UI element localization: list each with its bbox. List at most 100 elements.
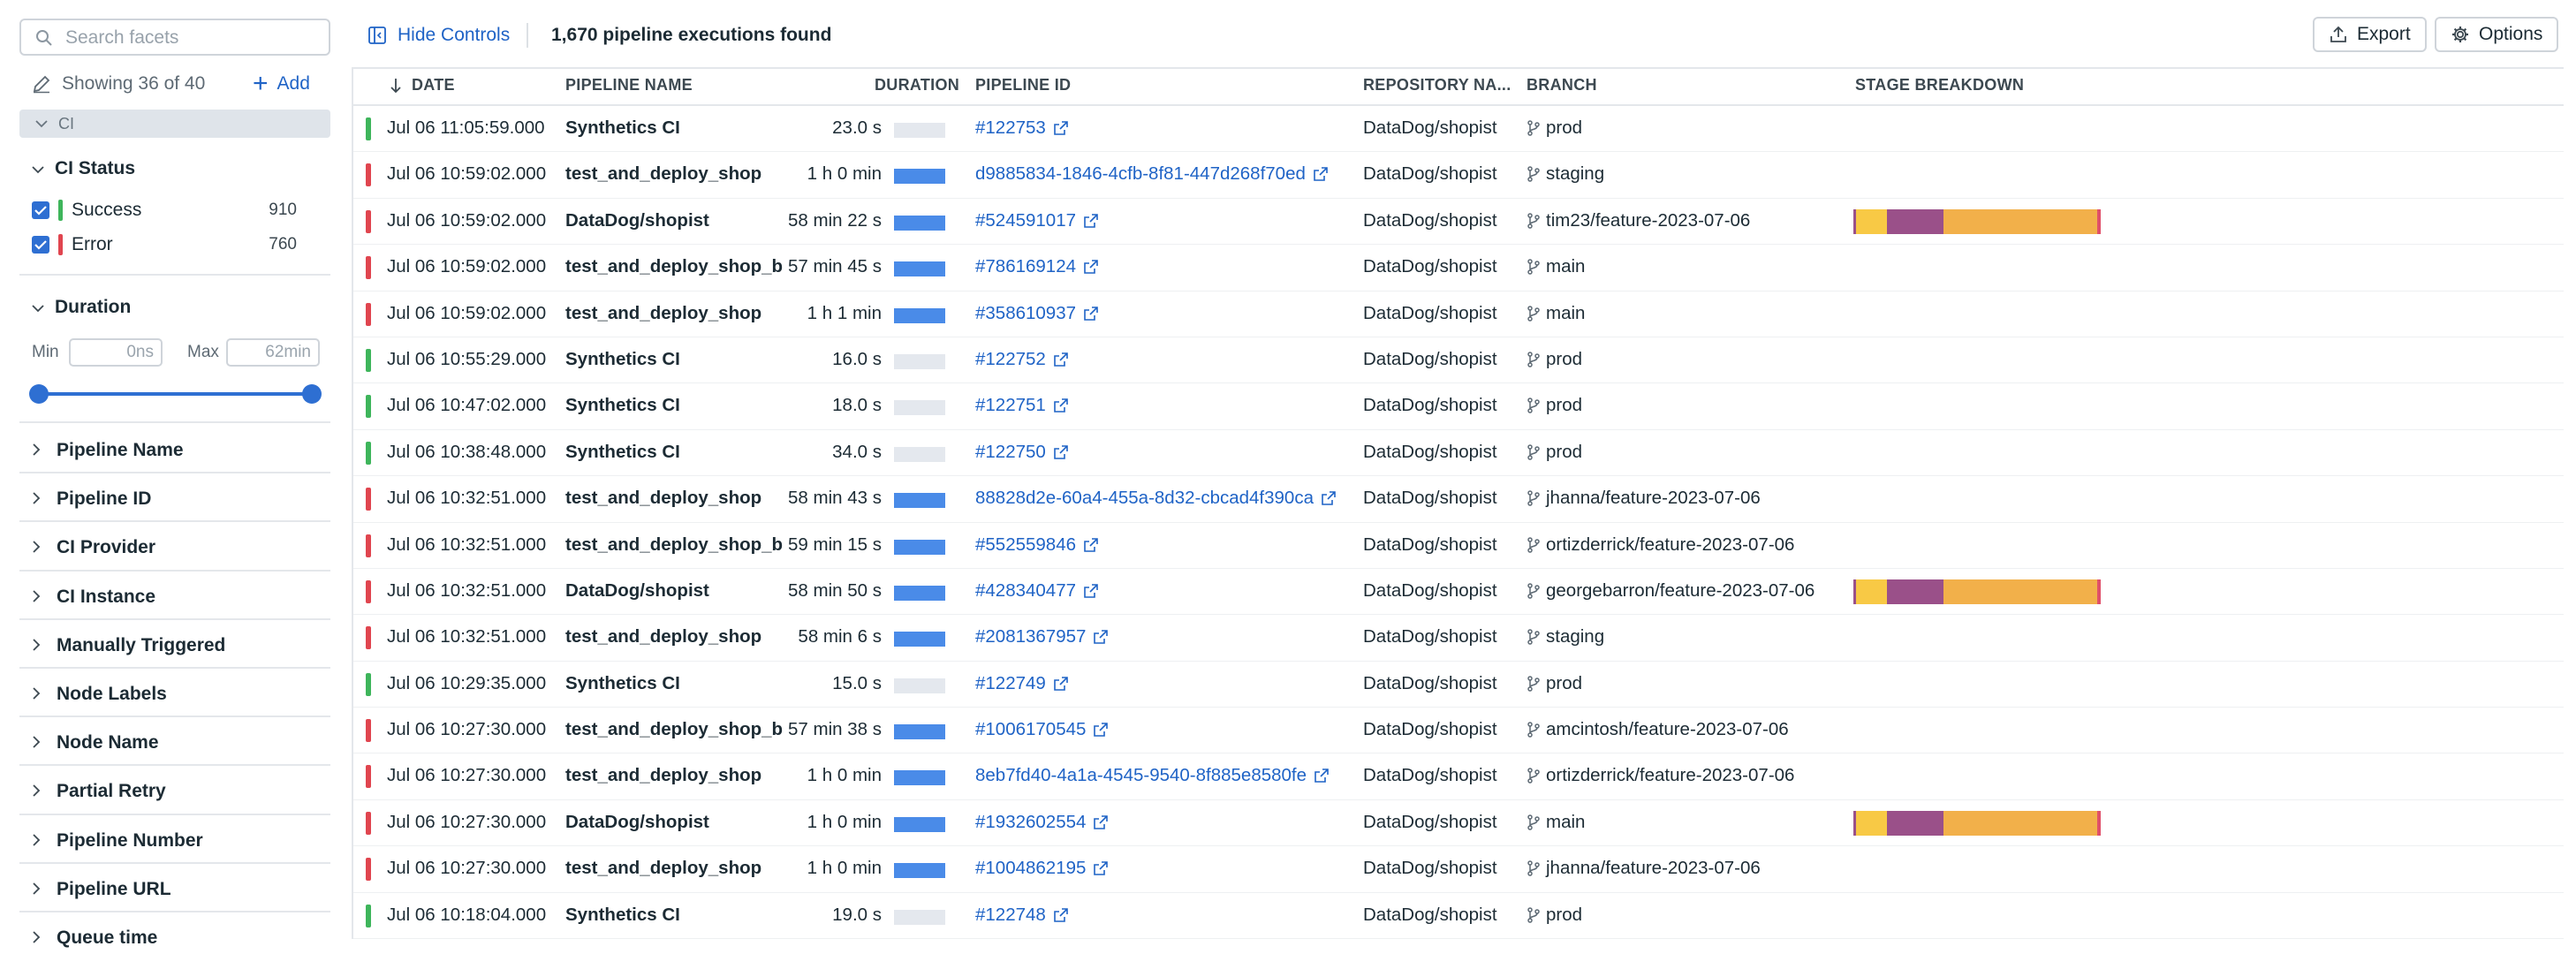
- chevron-right-icon: [33, 931, 41, 943]
- facet-manually-triggered[interactable]: Manually Triggered: [32, 630, 225, 662]
- branch-cell: prod: [1527, 117, 1582, 139]
- facet-search-input[interactable]: [64, 26, 323, 50]
- column-repository[interactable]: REPOSITORY NA...: [1363, 76, 1512, 95]
- table-row[interactable]: Jul 06 10:59:02.000 test_and_deploy_shop 1…: [353, 292, 2564, 337]
- facet-ci-instance[interactable]: CI Instance: [32, 581, 155, 613]
- table-row[interactable]: Jul 06 10:59:02.000 test_and_deploy_shop_…: [353, 245, 2564, 292]
- facet-pipeline-url[interactable]: Pipeline URL: [32, 874, 171, 905]
- facet-pipeline-id[interactable]: Pipeline ID: [32, 483, 151, 515]
- facets-showing[interactable]: Showing 36 of 40: [32, 71, 205, 97]
- table-row[interactable]: Jul 06 11:05:59.000 Synthetics CI 23.0 s #1…: [353, 106, 2564, 153]
- stage-breakdown-bar[interactable]: [1853, 208, 2101, 234]
- table-row[interactable]: Jul 06 10:32:51.000 test_and_deploy_shop 5…: [353, 615, 2564, 662]
- pipeline-id-link[interactable]: #122751: [975, 395, 1069, 416]
- pipeline-id-link[interactable]: d9885834-1846-4cfb-8f81-447d268f70ed: [975, 163, 1329, 185]
- pipeline-id-link[interactable]: 8eb7fd40-4a1a-4545-9540-8f885e8580fe: [975, 765, 1330, 786]
- stage-segment: [1887, 810, 1943, 836]
- facet-node-labels[interactable]: Node Labels: [32, 678, 167, 710]
- duration-facet-header[interactable]: Duration: [32, 293, 131, 322]
- date-cell: Jul 06 10:27:30.000: [387, 719, 547, 740]
- external-link-icon: [1315, 768, 1329, 784]
- branch-text: prod: [1546, 672, 1583, 693]
- facet-search-box[interactable]: [19, 19, 330, 56]
- column-branch[interactable]: BRANCH: [1527, 76, 1597, 95]
- table-row[interactable]: Jul 06 10:29:35.000 Synthetics CI 15.0 s #1…: [353, 662, 2564, 708]
- success-checkbox[interactable]: [32, 201, 49, 219]
- pipeline-id-link[interactable]: #1006170545: [975, 719, 1109, 740]
- column-stage-breakdown[interactable]: STAGE BREAKDOWN: [1855, 76, 2024, 95]
- branch-cell: jhanna/feature-2023-07-06: [1527, 858, 1761, 879]
- add-facet-button[interactable]: + Add: [253, 71, 310, 97]
- duration-max-input[interactable]: 62min: [226, 338, 320, 367]
- pipeline-id-link[interactable]: #122752: [975, 349, 1069, 370]
- facet-pipeline-name[interactable]: Pipeline Name: [32, 435, 184, 466]
- status-indicator: [366, 579, 371, 603]
- column-pipeline-name[interactable]: PIPELINE NAME: [565, 76, 693, 95]
- table-row[interactable]: Jul 06 10:47:02.000 Synthetics CI 18.0 s #1…: [353, 383, 2564, 430]
- duration-slider-track[interactable]: [37, 392, 313, 396]
- ci-status-facet-header[interactable]: CI Status: [32, 155, 135, 183]
- hide-controls-button[interactable]: Hide Controls: [367, 21, 510, 49]
- column-duration[interactable]: DURATION: [875, 76, 959, 95]
- stage-breakdown-bar[interactable]: [1853, 579, 2101, 604]
- repository-cell: DataDog/shopist: [1363, 302, 1497, 323]
- search-icon: [36, 30, 52, 46]
- pipeline-id-link[interactable]: #122748: [975, 905, 1069, 926]
- facet-success[interactable]: Success 910: [32, 195, 297, 225]
- duration-cell: 57 min 38 s: [788, 719, 882, 740]
- pipeline-id-link[interactable]: #2081367957: [975, 626, 1109, 647]
- table-row[interactable]: Jul 06 10:27:30.000 test_and_deploy_shop 1…: [353, 753, 2564, 800]
- table-row[interactable]: Jul 06 10:18:04.000 Synthetics CI 19.0 s #1…: [353, 893, 2564, 940]
- column-pipeline-id[interactable]: PIPELINE ID: [975, 76, 1071, 95]
- error-label: Error: [72, 234, 113, 254]
- stage-segment: [2097, 810, 2101, 836]
- pipeline-id-link[interactable]: #1004862195: [975, 858, 1109, 879]
- table-row[interactable]: Jul 06 10:59:02.000 DataDog/shopist 58 min…: [353, 199, 2564, 246]
- column-date[interactable]: DATE: [389, 76, 455, 95]
- pipeline-id-link[interactable]: 88828d2e-60a4-455a-8d32-cbcad4f390ca: [975, 488, 1337, 509]
- pipeline-id-text: #122752: [975, 348, 1046, 369]
- duration-min-input[interactable]: 0ns: [69, 338, 163, 367]
- facet-queue-time[interactable]: Queue time: [32, 922, 157, 954]
- external-link-icon: [1094, 630, 1109, 645]
- ci-group-header[interactable]: CI: [19, 110, 330, 138]
- pipeline-id-link[interactable]: #428340477: [975, 580, 1099, 602]
- pipeline-id-link[interactable]: #552559846: [975, 534, 1099, 556]
- error-checkbox[interactable]: [32, 236, 49, 254]
- pipeline-id-link[interactable]: #122753: [975, 117, 1069, 139]
- options-button[interactable]: Options: [2435, 17, 2559, 52]
- table-row[interactable]: Jul 06 10:27:30.000 test_and_deploy_shop_…: [353, 708, 2564, 754]
- table-row[interactable]: Jul 06 10:59:02.000 test_and_deploy_shop 1…: [353, 152, 2564, 199]
- pipeline-id-link[interactable]: #358610937: [975, 303, 1099, 324]
- duration-slider-min-handle[interactable]: [29, 384, 49, 404]
- pipeline-id-link[interactable]: #786169124: [975, 256, 1099, 277]
- facet-node-name[interactable]: Node Name: [32, 727, 159, 759]
- status-indicator: [366, 626, 371, 650]
- duration-cell: 16.0 s: [832, 348, 882, 369]
- divider: [19, 421, 330, 423]
- stage-segment: [1856, 810, 1887, 836]
- table-row[interactable]: Jul 06 10:27:30.000 test_and_deploy_shop 1…: [353, 846, 2564, 893]
- export-button[interactable]: Export: [2313, 17, 2427, 52]
- facet-error[interactable]: Error 760: [32, 230, 297, 260]
- pipeline-id-link[interactable]: #122749: [975, 673, 1069, 694]
- table-row[interactable]: Jul 06 10:32:51.000 test_and_deploy_shop_…: [353, 523, 2564, 569]
- table-row[interactable]: Jul 06 10:27:30.000 DataDog/shopist 1 h 0 …: [353, 800, 2564, 847]
- duration-slider-max-handle[interactable]: [302, 384, 322, 404]
- table-row[interactable]: Jul 06 10:32:51.000 test_and_deploy_shop 5…: [353, 476, 2564, 523]
- git-branch-icon: [1527, 906, 1540, 923]
- date-cell: Jul 06 10:27:30.000: [387, 811, 547, 832]
- pipeline-id-link[interactable]: #524591017: [975, 210, 1099, 231]
- pipeline-id-link[interactable]: #122750: [975, 442, 1069, 463]
- table-row[interactable]: Jul 06 10:32:51.000 DataDog/shopist 58 min…: [353, 569, 2564, 616]
- table-row[interactable]: Jul 06 10:38:48.000 Synthetics CI 34.0 s #1…: [353, 430, 2564, 477]
- pipeline-name-cell: DataDog/shopist: [565, 209, 709, 231]
- pipeline-id-link[interactable]: #1932602554: [975, 812, 1109, 833]
- facet-ci-provider[interactable]: CI Provider: [32, 532, 155, 564]
- facet-partial-retry[interactable]: Partial Retry: [32, 776, 166, 807]
- table-row[interactable]: Jul 06 10:55:29.000 Synthetics CI 16.0 s #1…: [353, 337, 2564, 384]
- stage-breakdown-bar[interactable]: [1853, 810, 2101, 836]
- duration-cell: 23.0 s: [832, 117, 882, 138]
- facet-pipeline-number[interactable]: Pipeline Number: [32, 825, 203, 857]
- branch-cell: prod: [1527, 673, 1582, 694]
